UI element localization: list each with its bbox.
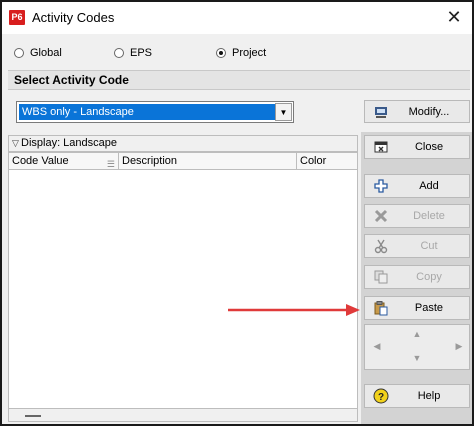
column-header-code-value[interactable]: Code Value ☰ xyxy=(9,153,119,169)
modify-icon xyxy=(373,104,389,120)
help-question-icon: ? xyxy=(373,388,389,404)
plus-icon xyxy=(373,178,389,194)
code-grid-header: Code Value ☰ Description Color xyxy=(8,152,358,170)
chevron-down-icon[interactable]: ▽ xyxy=(12,136,19,151)
move-left-icon[interactable]: ◀ xyxy=(369,341,385,352)
add-button[interactable]: Add xyxy=(364,174,470,198)
delete-x-icon xyxy=(373,208,389,224)
radio-eps-label: EPS xyxy=(130,47,153,59)
select-activity-code-header: Select Activity Code xyxy=(8,70,470,90)
display-bar[interactable]: ▽ Display: Landscape xyxy=(8,135,358,152)
modify-button-label: Modify... xyxy=(408,105,450,118)
copy-button-label: Copy xyxy=(416,271,442,283)
display-label: Display: Landscape xyxy=(21,137,118,149)
title-bar: P6 Activity Codes ✕ xyxy=(2,2,472,34)
move-down-icon[interactable]: ▼ xyxy=(409,353,425,363)
window-close-icon[interactable]: ✕ xyxy=(444,6,464,28)
column-header-description[interactable]: Description xyxy=(119,153,297,169)
scissors-icon xyxy=(373,238,389,254)
column-code-value-label: Code Value xyxy=(12,155,69,167)
svg-text:?: ? xyxy=(378,392,384,403)
column-description-label: Description xyxy=(122,155,178,167)
close-button[interactable]: Close xyxy=(364,135,470,159)
annotation-arrow-icon xyxy=(228,304,360,316)
move-navigation-pad: ◀ ▲ ▼ ▶ xyxy=(364,324,470,370)
radio-global[interactable]: Global xyxy=(14,46,62,60)
add-button-label: Add xyxy=(419,180,439,192)
activity-code-dropdown[interactable]: WBS only - Landscape ▼ xyxy=(16,101,294,123)
scope-radio-group: Global EPS Project xyxy=(10,42,466,64)
radio-eps[interactable]: EPS xyxy=(114,46,152,60)
help-button-label: Help xyxy=(417,390,441,402)
delete-button[interactable]: Delete xyxy=(364,204,470,228)
activity-codes-dialog: P6 Activity Codes ✕ Global EPS Project S… xyxy=(0,0,474,426)
grid-footer xyxy=(8,408,358,422)
radio-project-indicator xyxy=(216,48,226,58)
dropdown-selected-value: WBS only - Landscape xyxy=(19,104,275,120)
chevron-down-icon[interactable]: ▼ xyxy=(275,103,292,121)
help-button[interactable]: ? Help xyxy=(364,384,470,408)
close-window-icon xyxy=(373,139,389,155)
copy-button[interactable]: Copy xyxy=(364,265,470,289)
modify-button[interactable]: Modify... xyxy=(364,100,470,123)
copy-icon xyxy=(373,269,389,285)
radio-global-indicator xyxy=(14,48,24,58)
cut-button[interactable]: Cut xyxy=(364,234,470,258)
close-button-label: Close xyxy=(414,141,444,153)
column-color-label: Color xyxy=(300,155,327,167)
radio-project-label: Project xyxy=(232,47,267,59)
p6-app-icon: P6 xyxy=(9,10,25,25)
paste-button-label: Paste xyxy=(414,302,444,314)
column-header-color[interactable]: Color xyxy=(297,153,357,169)
move-right-icon[interactable]: ▶ xyxy=(451,341,467,352)
clipboard-paste-icon xyxy=(373,300,389,316)
cut-button-label: Cut xyxy=(420,240,438,252)
code-grid-body[interactable] xyxy=(8,170,358,408)
paste-button[interactable]: Paste xyxy=(364,296,470,320)
radio-eps-indicator xyxy=(114,48,124,58)
window-title: Activity Codes xyxy=(32,10,115,25)
move-up-icon[interactable]: ▲ xyxy=(409,329,425,339)
radio-project[interactable]: Project xyxy=(216,46,266,60)
delete-button-label: Delete xyxy=(413,210,445,222)
radio-global-label: Global xyxy=(30,47,62,59)
collapse-handle-icon[interactable] xyxy=(25,415,41,417)
